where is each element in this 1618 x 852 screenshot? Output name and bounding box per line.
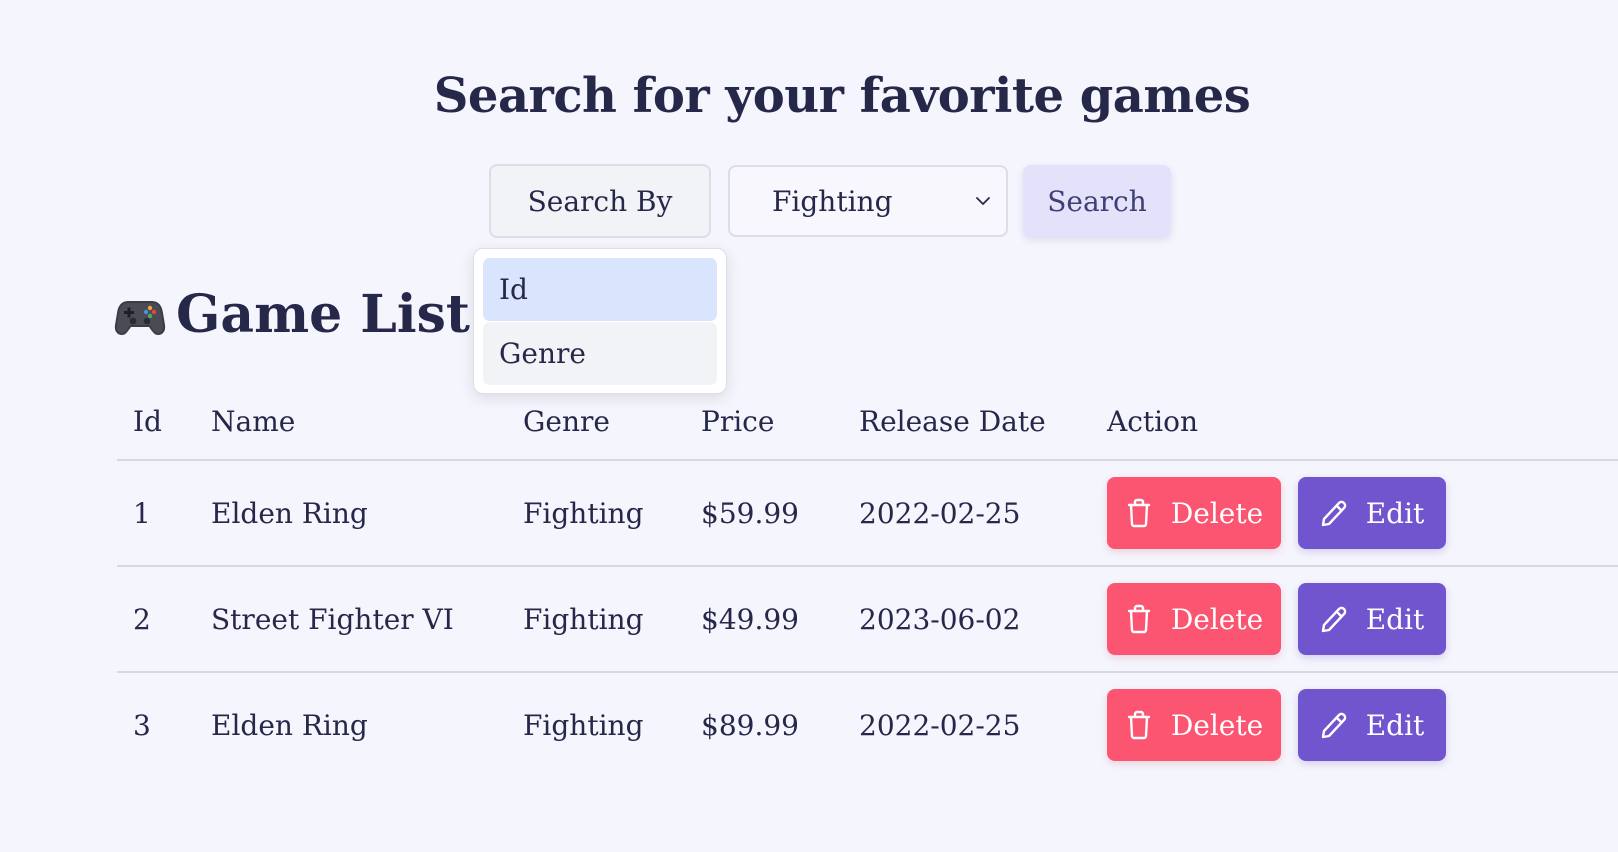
cell-actions: Delete Edit [1091,460,1618,567]
genre-select[interactable]: Fighting [728,165,1008,237]
cell-price: $49.99 [685,566,843,673]
cell-id: 3 [133,708,151,742]
row-actions: Delete Edit [1107,689,1618,761]
table-row: 1 Elden Ring Fighting $59.99 2022-02-25 … [117,460,1618,567]
cell-id: 1 [117,460,195,567]
cell-actions: Delete Edit [1091,672,1618,777]
dropdown-option-genre[interactable]: Genre [483,322,717,385]
column-header-price: Price [685,383,843,461]
search-bar: Search By Fighting Search [489,164,1171,238]
delete-button-label: Delete [1170,602,1264,636]
row-actions: Delete Edit [1107,477,1618,549]
edit-button-label: Edit [1365,708,1425,742]
delete-button[interactable]: Delete [1107,477,1281,549]
trash-icon [1127,710,1151,740]
table-header-row: Id Name Genre Price Release Date Action [117,383,1618,461]
cell-id: 2 [117,566,195,673]
cell-actions: Delete Edit [1091,566,1618,673]
cell-price: $89.99 [701,708,799,742]
edit-button-label: Edit [1365,602,1425,636]
column-header-name: Name [195,383,507,461]
page-title: Search for your favorite games [433,68,1251,124]
delete-button-label: Delete [1170,496,1264,530]
cell-release-date: 2023-06-02 [843,566,1091,673]
edit-button-label: Edit [1365,496,1425,530]
cell-name: Elden Ring [195,460,507,567]
cell-genre: Fighting [507,566,685,673]
search-by-dropdown: Id Genre [473,248,727,394]
table-row: 2 Street Fighter VI Fighting $49.99 2023… [117,566,1618,673]
game-controller-icon [114,300,166,335]
games-table: Id Name Genre Price Release Date Action … [117,383,1618,777]
cell-price: $59.99 [685,460,843,567]
edit-button[interactable]: Edit [1298,477,1446,549]
cell-name: Street Fighter VI [195,566,507,673]
cell-genre: Fighting [507,460,685,567]
trash-icon [1127,604,1151,634]
dropdown-option-id[interactable]: Id [483,258,717,321]
delete-button[interactable]: Delete [1107,689,1281,761]
search-by-button[interactable]: Search By [489,164,711,238]
game-list-heading: Game List [114,284,470,345]
column-header-action: Action [1091,383,1618,461]
game-list-title: Game List [176,284,470,345]
search-button[interactable]: Search [1023,165,1171,237]
chevron-down-icon [976,197,990,205]
pencil-icon [1321,500,1347,527]
row-actions: Delete Edit [1107,583,1618,655]
column-header-genre: Genre [507,383,685,461]
cell-genre: Fighting [523,708,644,742]
pencil-icon [1321,712,1347,739]
delete-button-label: Delete [1170,708,1264,742]
cell-release-date: 2022-02-25 [843,460,1091,567]
pencil-icon [1321,606,1347,633]
edit-button[interactable]: Edit [1298,583,1446,655]
delete-button[interactable]: Delete [1107,583,1281,655]
cell-release-date: 2022-02-25 [859,708,1021,742]
genre-select-value: Fighting [772,184,893,218]
column-header-release-date: Release Date [843,383,1091,461]
trash-icon [1127,498,1151,528]
edit-button[interactable]: Edit [1298,689,1446,761]
column-header-id: Id [117,383,195,461]
table-row: 3 Elden Ring Fighting $89.99 2022-02-25 … [117,672,1618,777]
cell-name: Elden Ring [211,708,368,742]
